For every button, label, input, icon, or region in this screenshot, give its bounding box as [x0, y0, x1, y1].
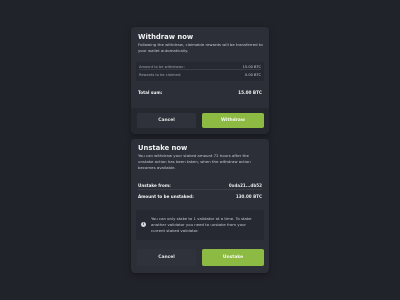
amount-to-withdraw-value: 15.00 BTC [242, 65, 261, 69]
withdraw-cancel-button[interactable]: Cancel [137, 113, 196, 128]
info-notice: i You can only stake to 1 validator at a… [136, 210, 264, 240]
amount-to-unstake-row: Amount to be unstaked: 130.00 BTC [138, 193, 262, 201]
unstake-title: Unstake now [138, 144, 188, 152]
unstake-from-label: Unstake from: [138, 183, 171, 188]
total-sum-value: 15.00 BTC [238, 90, 262, 95]
unstake-cancel-button[interactable]: Cancel [137, 249, 196, 266]
withdraw-confirm-button[interactable]: Withdraw [202, 113, 264, 128]
unstake-description: You can withdraw your staked amount 72 h… [138, 153, 251, 170]
amount-to-unstake-value: 130.00 BTC [235, 194, 262, 199]
withdraw-title: Withdraw now [138, 33, 194, 41]
amount-to-withdraw-label: Amount to be withdrawn: [139, 65, 185, 69]
total-sum-label: Total sum: [138, 90, 163, 95]
unstake-confirm-button[interactable]: Unstake [202, 249, 264, 266]
withdraw-dialog: Withdraw now Following the withdraw, cla… [131, 27, 269, 134]
unstake-dialog: Unstake now You can withdraw your staked… [131, 139, 269, 273]
info-notice-text: You can only stake to 1 validator at a t… [151, 216, 252, 233]
info-icon: i [141, 222, 146, 227]
rewards-to-claim-row: Rewards to be claimed: 0.00 BTC [139, 72, 261, 78]
rewards-to-claim-value: 0.00 BTC [244, 73, 261, 77]
total-sum-row: Total sum: 15.00 BTC [138, 89, 262, 96]
withdraw-footer: Cancel Withdraw [131, 108, 269, 134]
amount-to-unstake-label: Amount to be unstaked: [138, 194, 194, 199]
unstake-from-row: Unstake from: 0xda21...db52 [138, 182, 262, 190]
withdraw-description: Following the withdraw, claimable reward… [138, 42, 263, 53]
unstake-from-value: 0xda21...db52 [228, 183, 262, 188]
withdraw-summary-box: Amount to be withdrawn: 15.00 BTC Reward… [136, 62, 264, 81]
amount-to-withdraw-row: Amount to be withdrawn: 15.00 BTC [139, 64, 261, 70]
rewards-to-claim-label: Rewards to be claimed: [139, 73, 182, 77]
